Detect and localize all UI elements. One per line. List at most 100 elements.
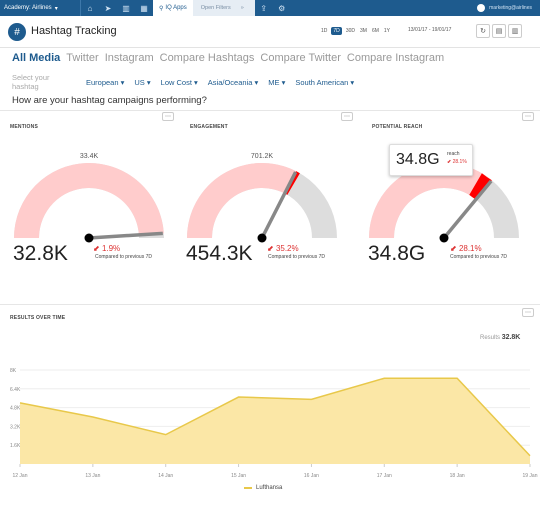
iq-apps-label: IQ Apps (165, 5, 187, 11)
filter-label: Asia/Oceania (207, 77, 253, 87)
x-tick-label: 12 Jan (12, 473, 27, 479)
results-chart: 1.6K 3.2K 4.8K 6.4K 8K 12 Jan 13 Jan 14 Jan 15 J… (10, 368, 538, 479)
filter-south-american[interactable]: South American ▾ (295, 78, 354, 87)
tooltip-change-value: 28.1% (452, 159, 467, 165)
brand-label: Academy: Airlines (4, 5, 52, 11)
grid-icon[interactable]: ▦ (135, 0, 153, 16)
y-tick-label: 3.2K (10, 424, 21, 430)
legend-label: Lufthansa (256, 485, 283, 491)
gear-icon[interactable]: ⚙ (273, 0, 291, 16)
filter-low-cost[interactable]: Low Cost ▾ (161, 78, 198, 87)
avatar (477, 4, 486, 12)
export-icon[interactable]: ⇪ (255, 0, 273, 16)
hashtag-icon: # (8, 23, 26, 41)
hashtag-filters: Select your hashtag European ▾ US ▾ Low Co… (12, 73, 354, 91)
gauge-target-label: 701.2K (251, 153, 274, 160)
filter-label: South American (295, 77, 349, 87)
tooltip-label: reach (447, 151, 460, 157)
chevron-down-icon: ▾ (252, 77, 259, 87)
document-icon[interactable]: ▤ (492, 24, 506, 38)
tab-all-media[interactable]: All Media (12, 52, 60, 64)
engagement-menu-button[interactable]: ⋯ (341, 112, 353, 121)
filter-asia-oceania[interactable]: Asia/Oceania ▾ (208, 78, 258, 87)
filter-european[interactable]: European ▾ (86, 78, 124, 87)
media-tabs: All Media Twitter Instagram Compare Hashtag… (12, 52, 444, 64)
tab-compare-twitter[interactable]: Compare Twitter (260, 52, 341, 64)
y-tick-label: 8K (10, 368, 17, 374)
gauge-pivot (84, 233, 94, 243)
filter-label: ME (268, 77, 280, 87)
y-tick-label: 4.8K (10, 406, 21, 412)
reach-value: 34.8G (368, 242, 426, 265)
chart-icon[interactable]: ▥ (117, 0, 135, 16)
range-1y[interactable]: 1Y (383, 27, 391, 35)
reach-menu-button[interactable]: ⋯ (522, 112, 534, 121)
tab-twitter[interactable]: Twitter (66, 52, 98, 64)
home-icon[interactable]: ⌂ (81, 0, 99, 16)
send-icon[interactable]: ➤ (99, 0, 117, 16)
tooltip-value: 34.8G (396, 151, 440, 168)
mentions-change-value: 1.9% (101, 244, 121, 253)
gauge-pivot (257, 233, 267, 243)
filter-me[interactable]: ME ▾ (268, 78, 285, 87)
date-range-picker[interactable]: 13/01/17 - 19/01/17 (408, 27, 451, 33)
range-3m[interactable]: 3M (359, 27, 368, 35)
chevron-down-icon: ▾ (118, 77, 125, 87)
engagement-change: ⬋ 35.2% (267, 244, 299, 253)
section-question: How are your hashtag campaigns performin… (12, 95, 207, 106)
user-label: marketing@airlines (489, 5, 532, 11)
tab-compare-hashtags[interactable]: Compare Hashtags (160, 52, 255, 64)
mentions-title: MENTIONS (10, 124, 38, 130)
results-total-value: 32.8K (501, 334, 521, 341)
mentions-value: 32.8K (13, 242, 68, 265)
pin-icon: ⚲ (159, 5, 164, 12)
chevron-down-icon: ▾ (191, 77, 198, 87)
chevron-down-icon: ▾ (279, 77, 286, 87)
tab-compare-instagram[interactable]: Compare Instagram (347, 52, 444, 64)
engagement-title: ENGAGEMENT (190, 124, 228, 130)
open-filters-button[interactable]: Open Filters » (192, 0, 255, 16)
mentions-menu-button[interactable]: ⋯ (162, 112, 174, 121)
filter-us[interactable]: US ▾ (134, 78, 150, 87)
open-filters-label: Open Filters (200, 5, 231, 11)
y-tick-label: 6.4K (10, 387, 21, 393)
reach-compare: Compared to previous 7D (450, 254, 507, 260)
reach-title: POTENTIAL REACH (372, 124, 423, 130)
results-total-label: Results (480, 335, 501, 341)
mentions-change: ⬋ 1.9% (93, 244, 121, 253)
page-title: Hashtag Tracking (31, 25, 117, 37)
gauge-pivot (439, 233, 449, 243)
engagement-change-value: 35.2% (275, 244, 299, 253)
x-tick-label: 17 Jan (377, 473, 392, 479)
tab-instagram[interactable]: Instagram (105, 52, 154, 64)
refresh-icon[interactable]: ↻ (476, 24, 490, 38)
range-1d[interactable]: 1D (320, 27, 328, 35)
chart-legend[interactable]: Lufthansa (244, 485, 282, 491)
engagement-value: 454.3K (186, 242, 253, 265)
y-tick-label: 1.6K (10, 443, 21, 449)
columns-icon[interactable]: ▥ (508, 24, 522, 38)
engagement-compare: Compared to previous 7D (268, 254, 325, 260)
mentions-compare: Compared to previous 7D (95, 254, 152, 260)
tab-iq-apps[interactable]: ⚲ IQ Apps (153, 0, 193, 16)
range-6m[interactable]: 6M (371, 27, 380, 35)
results-title: RESULTS OVER TIME (10, 315, 66, 321)
user-menu[interactable]: marketing@airlines (477, 4, 540, 12)
chevron-down-icon: ▾ (54, 5, 58, 12)
chevron-down-icon: ▾ (144, 77, 151, 87)
filter-label: Low Cost (160, 77, 192, 87)
range-7d[interactable]: 7D (331, 27, 342, 35)
results-menu-button[interactable]: ⋯ (522, 308, 534, 317)
range-30d[interactable]: 30D (345, 27, 356, 35)
page-header: # Hashtag Tracking 1D 7D 30D 3M 6M 1Y 13/01/1… (0, 16, 540, 48)
area-fill (20, 378, 530, 464)
filter-label: European (86, 77, 119, 87)
hashtag-select[interactable]: Select your hashtag (12, 73, 76, 91)
chevron-down-icon: ▾ (348, 77, 355, 87)
tooltip-change: ⬋ 28.1% (447, 159, 467, 165)
x-tick-label: 18 Jan (450, 473, 465, 479)
legend-swatch (244, 487, 252, 489)
brand-switcher[interactable]: Academy: Airlines ▾ (0, 0, 80, 16)
x-tick-label: 16 Jan (304, 473, 319, 479)
double-arrow-icon: » (240, 5, 244, 11)
